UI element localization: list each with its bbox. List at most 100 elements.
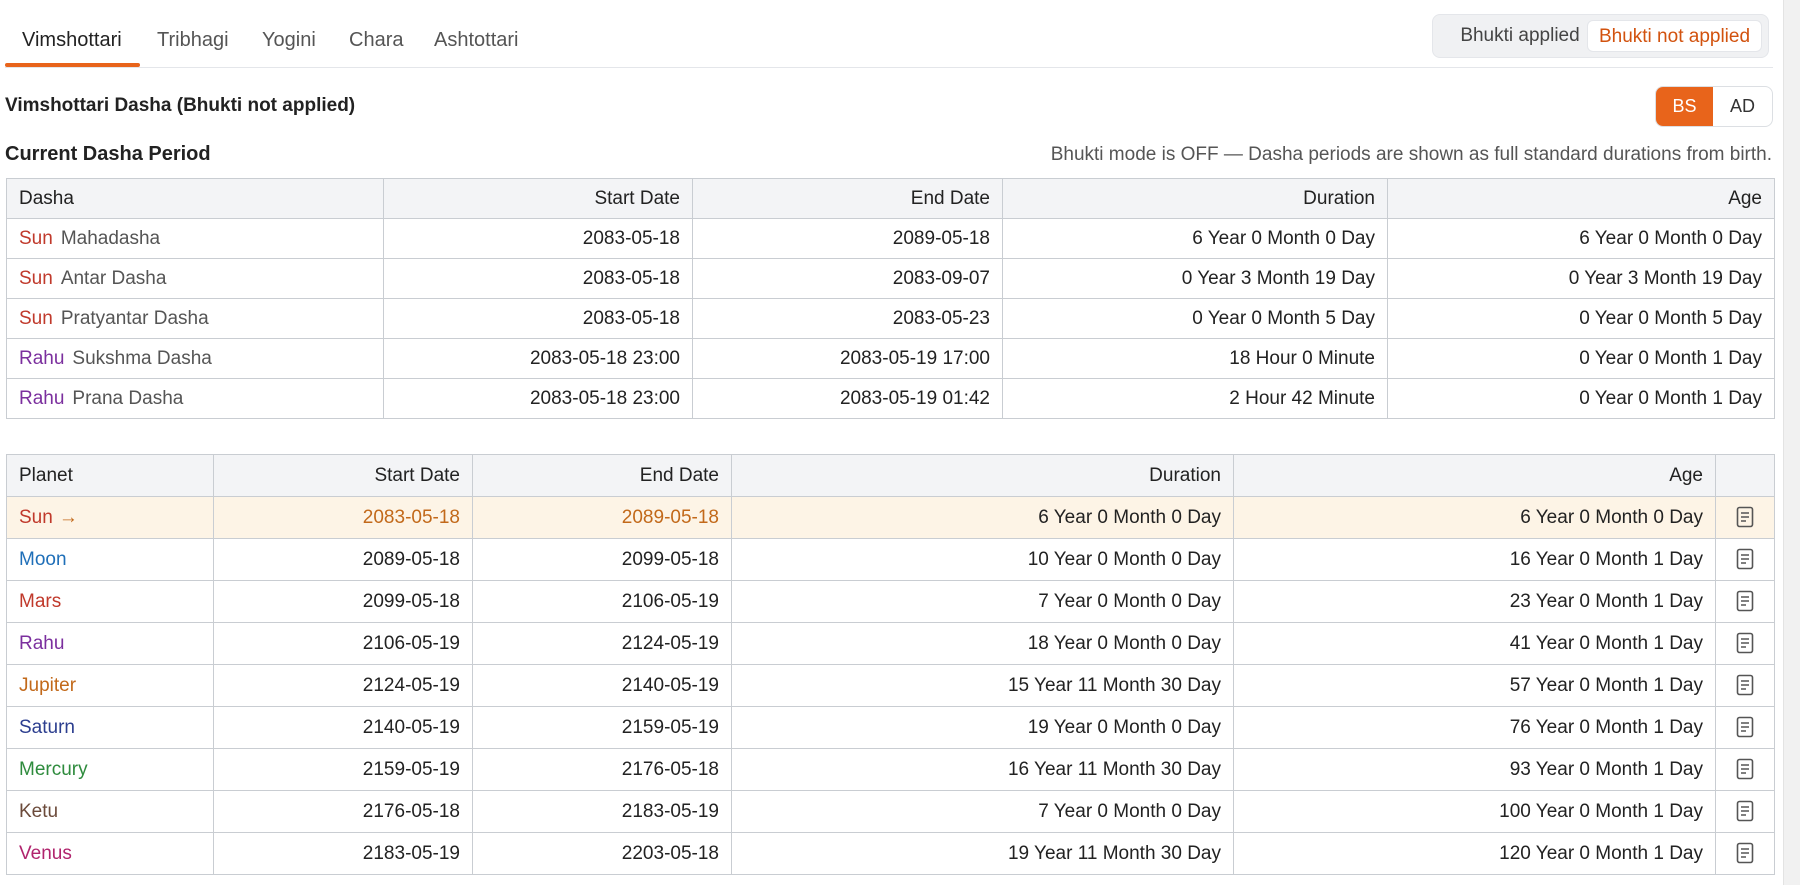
document-icon[interactable] xyxy=(1736,800,1754,822)
age: 0 Year 0 Month 5 Day xyxy=(1387,298,1775,339)
dasha-cell: Rahu Sukshma Dasha xyxy=(6,338,384,379)
planet-cell: Rahu xyxy=(6,622,214,665)
table-row: Sun Mahadasha 2083-05-18 2089-05-18 6 Yea… xyxy=(6,218,1775,259)
table-row[interactable]: Venus 2183-05-19 2203-05-18 19 Year 11 M… xyxy=(6,832,1775,875)
planet-name: Rahu xyxy=(19,632,65,654)
ad-calendar-button[interactable]: AD xyxy=(1713,87,1772,126)
start-date: 2083-05-18 xyxy=(213,496,473,539)
planet-name: Sun xyxy=(19,506,53,528)
planet-cell: Mars xyxy=(6,580,214,623)
end-date: 2089-05-18 xyxy=(692,218,1003,259)
document-icon[interactable] xyxy=(1736,548,1754,570)
column-header-age: Age xyxy=(1233,454,1716,497)
age: 16 Year 0 Month 1 Day xyxy=(1233,538,1716,581)
tab-tribhagi[interactable]: Tribhagi xyxy=(157,0,229,67)
bhukti-mode-note: Bhukti mode is OFF — Dasha periods are s… xyxy=(1050,144,1772,165)
duration: 10 Year 0 Month 0 Day xyxy=(731,538,1234,581)
table-row: Sun Pratyantar Dasha 2083-05-18 2083-05-2… xyxy=(6,298,1775,339)
duration: 2 Hour 42 Minute xyxy=(1002,378,1388,419)
age: 6 Year 0 Month 0 Day xyxy=(1233,496,1716,539)
column-header-dasha: Dasha xyxy=(6,178,384,219)
tab-yogini[interactable]: Yogini xyxy=(262,0,316,67)
planet-cell: Sun → xyxy=(6,496,214,539)
start-date: 2083-05-18 xyxy=(383,258,693,299)
start-date: 2089-05-18 xyxy=(213,538,473,581)
document-icon[interactable] xyxy=(1736,590,1754,612)
duration: 6 Year 0 Month 0 Day xyxy=(731,496,1234,539)
duration: 16 Year 11 Month 30 Day xyxy=(731,748,1234,791)
details-cell xyxy=(1715,706,1775,749)
planet-name: Mercury xyxy=(19,758,88,780)
bhukti-applied-button[interactable]: Bhukti applied xyxy=(1441,20,1599,52)
bs-calendar-button[interactable]: BS xyxy=(1656,87,1713,126)
end-date: 2106-05-19 xyxy=(472,580,732,623)
table-row[interactable]: Mars 2099-05-18 2106-05-19 7 Year 0 Mont… xyxy=(6,580,1775,623)
age: 6 Year 0 Month 0 Day xyxy=(1387,218,1775,259)
dasha-cell: Rahu Prana Dasha xyxy=(6,378,384,419)
table-row[interactable]: Saturn 2140-05-19 2159-05-19 19 Year 0 M… xyxy=(6,706,1775,749)
column-header-duration: Duration xyxy=(731,454,1234,497)
start-date: 2083-05-18 xyxy=(383,218,693,259)
table-row[interactable]: Jupiter 2124-05-19 2140-05-19 15 Year 11… xyxy=(6,664,1775,707)
start-date: 2124-05-19 xyxy=(213,664,473,707)
document-icon[interactable] xyxy=(1736,506,1754,528)
duration: 0 Year 0 Month 5 Day xyxy=(1002,298,1388,339)
planet-cell: Jupiter xyxy=(6,664,214,707)
page-title: Vimshottari Dasha (Bhukti not applied) xyxy=(5,95,356,116)
end-date: 2124-05-19 xyxy=(472,622,732,665)
current-period-heading: Current Dasha Period xyxy=(5,143,211,165)
planet-name: Mars xyxy=(19,590,62,612)
bhukti-not-applied-button[interactable]: Bhukti not applied xyxy=(1587,20,1762,52)
document-icon[interactable] xyxy=(1736,716,1754,738)
table-row[interactable]: Moon 2089-05-18 2099-05-18 10 Year 0 Mon… xyxy=(6,538,1775,581)
table-row-current[interactable]: Sun → 2083-05-18 2089-05-18 6 Year 0 Mont… xyxy=(6,496,1775,539)
age: 23 Year 0 Month 1 Day xyxy=(1233,580,1716,623)
details-cell xyxy=(1715,496,1775,539)
end-date: 2083-05-23 xyxy=(692,298,1003,339)
tab-chara[interactable]: Chara xyxy=(349,0,403,67)
planet-cell: Saturn xyxy=(6,706,214,749)
planet-name: Sun xyxy=(19,307,53,329)
column-header-age: Age xyxy=(1387,178,1775,219)
planet-name: Sun xyxy=(19,267,53,289)
end-date: 2176-05-18 xyxy=(472,748,732,791)
age: 0 Year 0 Month 1 Day xyxy=(1387,338,1775,379)
table-row[interactable]: Rahu 2106-05-19 2124-05-19 18 Year 0 Mon… xyxy=(6,622,1775,665)
start-date: 2106-05-19 xyxy=(213,622,473,665)
current-arrow-icon: → xyxy=(58,506,78,528)
dasha-cell: Sun Antar Dasha xyxy=(6,258,384,299)
end-date: 2089-05-18 xyxy=(472,496,732,539)
column-header-start-date: Start Date xyxy=(383,178,693,219)
details-cell xyxy=(1715,748,1775,791)
tab-ashtottari[interactable]: Ashtottari xyxy=(434,0,518,67)
end-date: 2083-09-07 xyxy=(692,258,1003,299)
document-icon[interactable] xyxy=(1736,674,1754,696)
document-icon[interactable] xyxy=(1736,842,1754,864)
duration: 0 Year 3 Month 19 Day xyxy=(1002,258,1388,299)
planet-name: Moon xyxy=(19,548,67,570)
start-date: 2176-05-18 xyxy=(213,790,473,833)
age: 93 Year 0 Month 1 Day xyxy=(1233,748,1716,791)
table-row[interactable]: Ketu 2176-05-18 2183-05-19 7 Year 0 Mont… xyxy=(6,790,1775,833)
age: 100 Year 0 Month 1 Day xyxy=(1233,790,1716,833)
duration: 7 Year 0 Month 0 Day xyxy=(731,580,1234,623)
end-date: 2099-05-18 xyxy=(472,538,732,581)
planet-name: Ketu xyxy=(19,800,59,822)
column-header-end-date: End Date xyxy=(692,178,1003,219)
document-icon[interactable] xyxy=(1736,632,1754,654)
details-cell xyxy=(1715,538,1775,581)
age: 120 Year 0 Month 1 Day xyxy=(1233,832,1716,875)
table-header-row: Planet Start Date End Date Duration Age xyxy=(6,454,1775,497)
planet-name: Jupiter xyxy=(19,674,77,696)
document-icon[interactable] xyxy=(1736,758,1754,780)
planet-name: Rahu xyxy=(19,347,65,369)
start-date: 2083-05-18 xyxy=(383,298,693,339)
page-scrollbar[interactable] xyxy=(1783,0,1800,885)
tab-vimshottari[interactable]: Vimshottari xyxy=(22,0,122,67)
duration: 7 Year 0 Month 0 Day xyxy=(731,790,1234,833)
dasha-level: Mahadasha xyxy=(60,227,161,249)
duration: 19 Year 11 Month 30 Day xyxy=(731,832,1234,875)
start-date: 2099-05-18 xyxy=(213,580,473,623)
table-row[interactable]: Mercury 2159-05-19 2176-05-18 16 Year 11… xyxy=(6,748,1775,791)
column-header-planet: Planet xyxy=(6,454,214,497)
